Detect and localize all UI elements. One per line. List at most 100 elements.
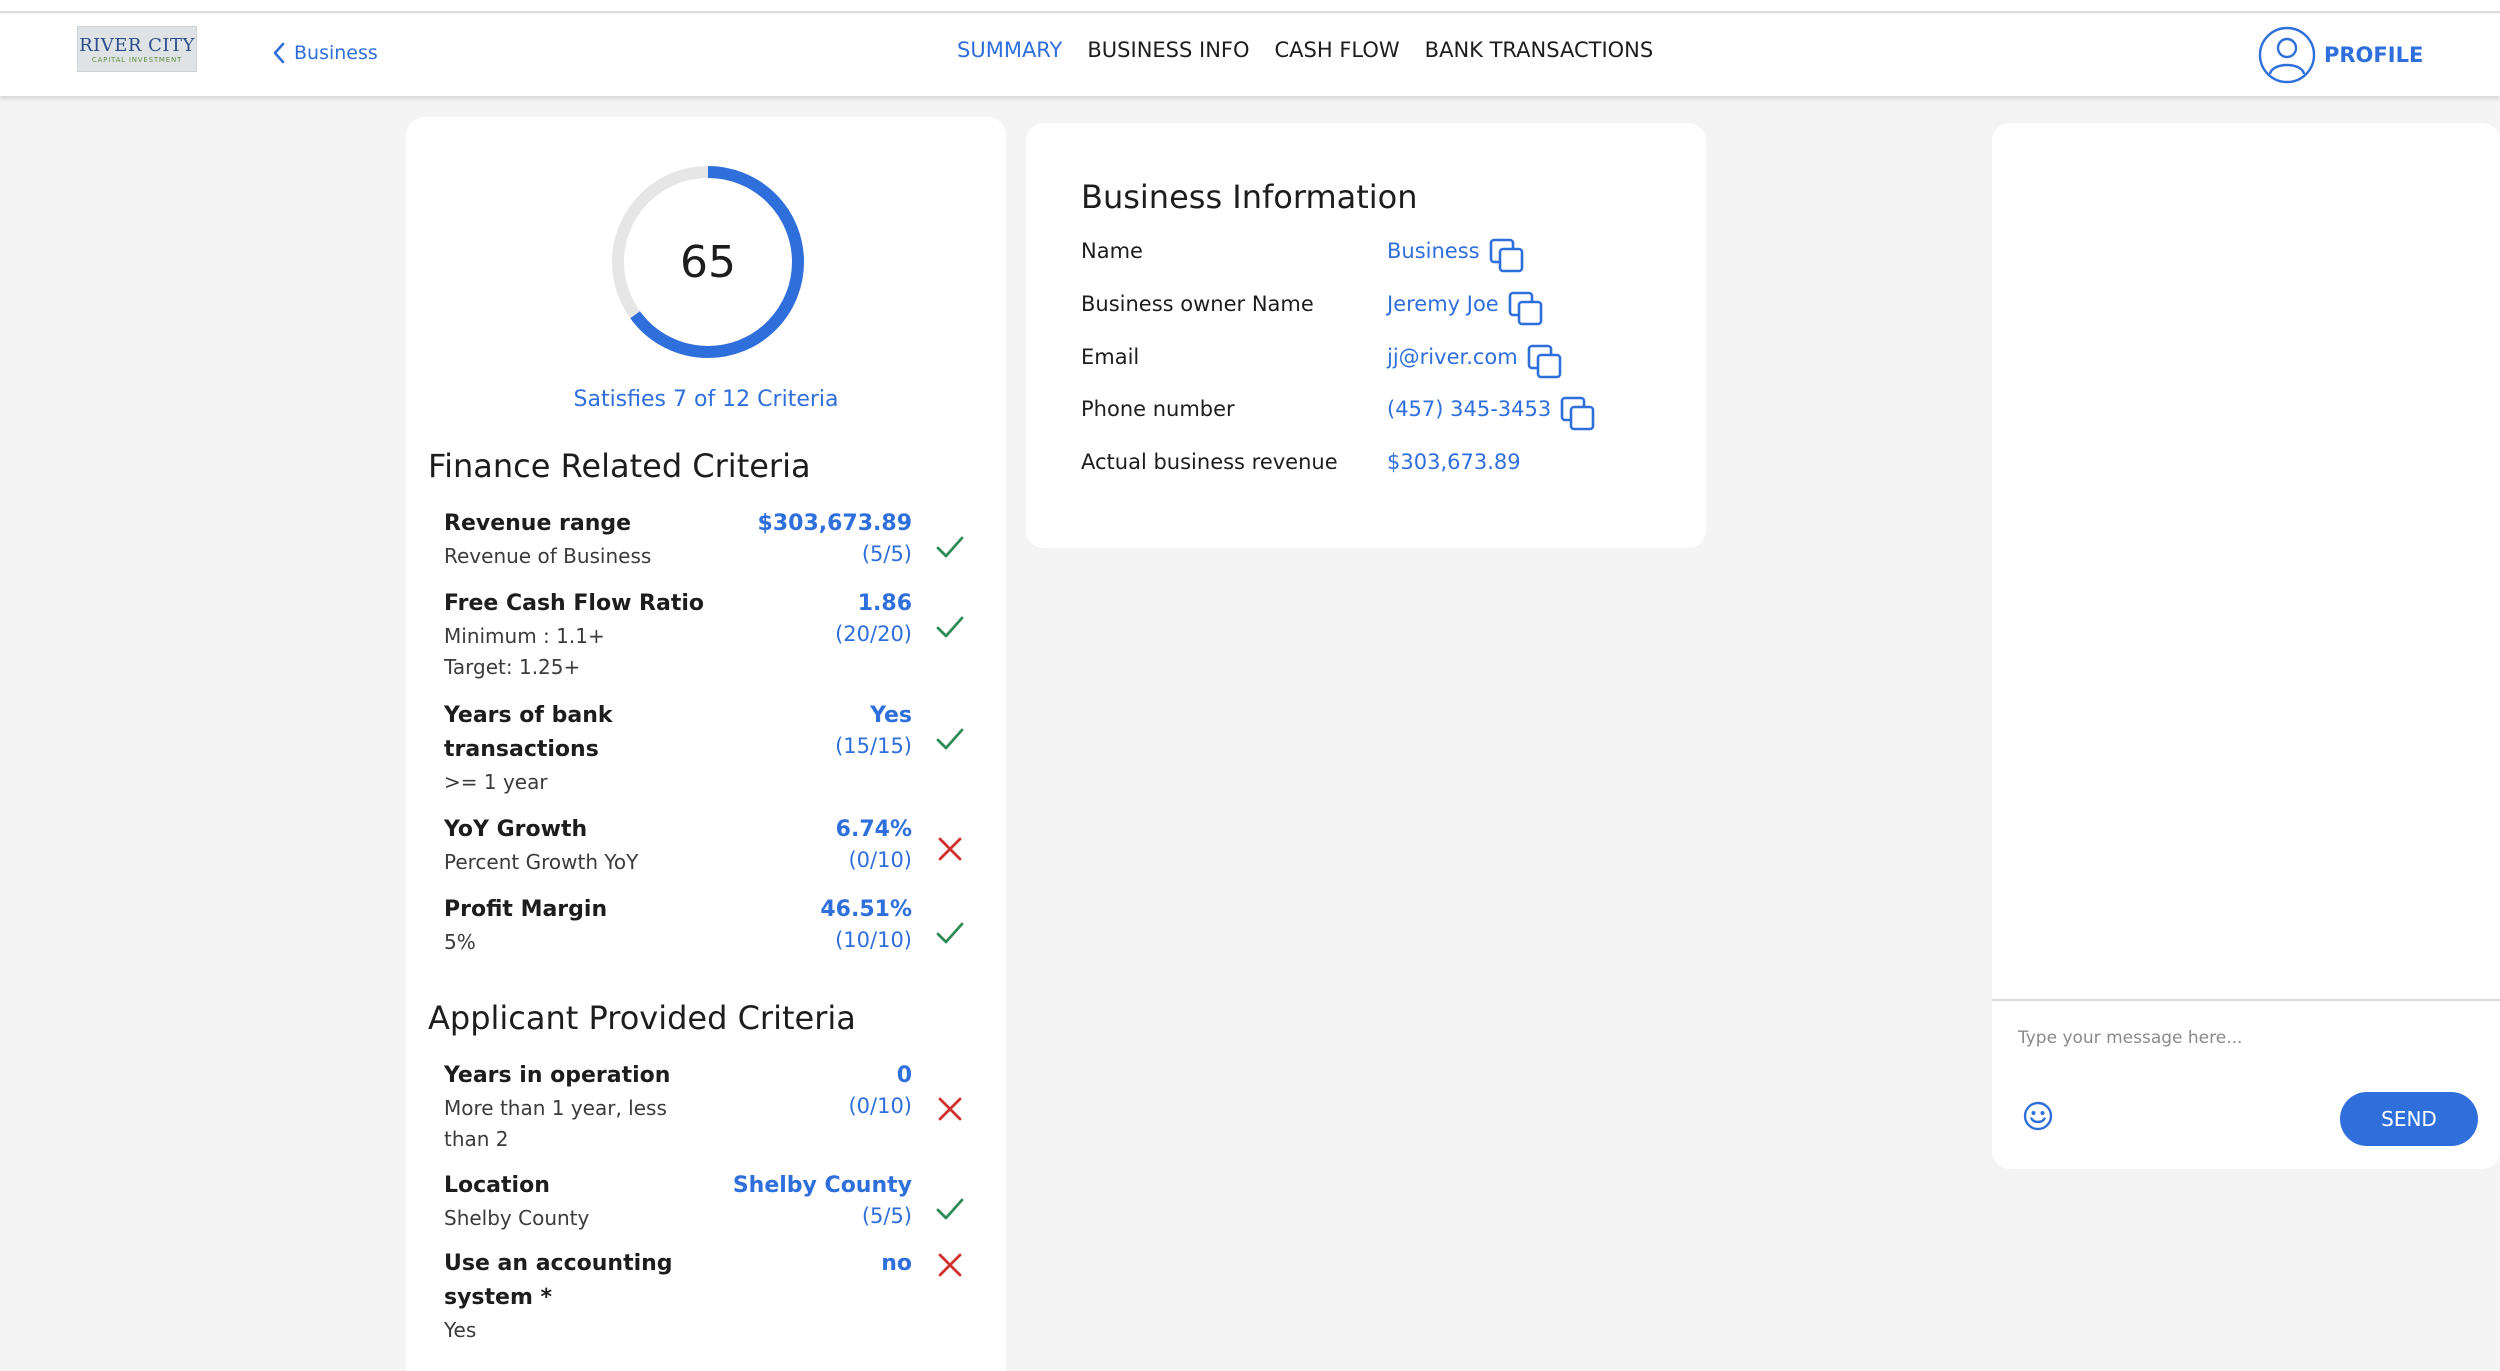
criterion-years-of-bank-transactions: Years of bank transactions >= 1 year Yes… [444,699,984,798]
criterion-accounting-system: Use an accounting system * Yes no [444,1247,984,1346]
criterion-description: Percent Growth YoY [444,850,639,874]
score-value: 65 [680,236,736,288]
chat-divider [1992,999,2500,1001]
river-city-logo[interactable]: RIVER CITY CAPITAL INVESTMENT [77,26,197,72]
criterion-description: Minimum : 1.1+ [444,624,605,648]
tab-cash-flow[interactable]: CASH FLOW [1275,38,1400,62]
criterion-description: >= 1 year [444,770,548,794]
logo-subtitle: CAPITAL INVESTMENT [91,56,183,64]
score-gauge: 65 [608,162,808,362]
criterion-description: Yes [444,1318,477,1342]
logo-title: RIVER CITY [79,35,195,56]
business-information-title: Business Information [1081,178,1418,216]
copy-icon[interactable] [1507,290,1545,328]
info-value-text[interactable]: $303,673.89 [1387,450,1521,474]
smiley-icon[interactable] [2022,1100,2054,1132]
chat-message-input[interactable] [2018,1021,2468,1055]
chat-panel: SEND [1992,123,2500,1169]
info-label: Business owner Name [1081,292,1314,316]
criterion-points: (5/5) [861,1204,912,1228]
info-label: Name [1081,239,1143,263]
criterion-title: YoY Growth [444,817,588,842]
criterion-value: 46.51% [820,897,912,922]
criterion-profit-margin: Profit Margin 5% 46.51% (10/10) [444,893,984,958]
criterion-title: Years of bank transactions [444,703,613,762]
criterion-yoy-growth: YoY Growth Percent Growth YoY 6.74% (0/1… [444,813,984,878]
info-row-owner-name: Business owner Name Jeremy Joe [1081,286,1681,326]
criterion-value: 0 [896,1063,912,1088]
info-value-text[interactable]: Jeremy Joe [1387,292,1499,316]
criterion-description: Shelby County [444,1206,590,1230]
info-label: Actual business revenue [1081,450,1338,474]
x-mark-icon [938,837,962,861]
criterion-title: Years in operation [444,1063,671,1088]
criterion-description-target: Target: 1.25+ [444,655,581,679]
info-value: jj@river.com [1387,343,1564,381]
info-row-name: Name Business [1081,233,1681,273]
back-to-business-link[interactable]: Business [272,38,378,68]
x-mark-icon [938,1253,962,1277]
check-icon [936,922,964,944]
criterion-points: (0/10) [848,1094,912,1118]
criterion-points: (0/10) [848,848,912,872]
window-top-strip [0,0,2500,13]
criterion-value: no [881,1251,912,1276]
profile-label: PROFILE [2324,43,2424,67]
tab-bank-transactions[interactable]: BANK TRANSACTIONS [1425,38,1654,62]
criteria-summary: Satisfies 7 of 12 Criteria [573,387,839,412]
criterion-value: 6.74% [835,817,912,842]
profile-button[interactable]: PROFILE [2258,26,2423,84]
info-value-text[interactable]: Business [1387,239,1480,263]
criterion-value: 1.86 [857,591,912,616]
copy-icon[interactable] [1559,395,1597,433]
criterion-value: $303,673.89 [757,511,912,536]
criterion-points: (10/10) [835,928,912,952]
criterion-revenue-range: Revenue range Revenue of Business $303,6… [444,507,984,572]
chevron-left-icon [273,42,285,64]
check-icon [936,536,964,558]
info-row-email: Email jj@river.com [1081,339,1681,379]
finance-criteria-title: Finance Related Criteria [428,447,811,485]
info-label: Email [1081,345,1140,369]
info-value: Business [1387,237,1526,275]
criterion-points: (15/15) [835,734,912,758]
criterion-points: (20/20) [835,622,912,646]
criterion-years-in-operation: Years in operation More than 1 year, les… [444,1059,984,1155]
user-avatar-icon [2258,26,2316,84]
info-value-text[interactable]: jj@river.com [1387,345,1518,369]
check-icon [936,1198,964,1220]
info-value-text[interactable]: (457) 345-3453 [1387,397,1551,421]
info-label: Phone number [1081,397,1235,421]
criterion-description: 5% [444,930,476,954]
check-icon [936,616,964,638]
info-value: (457) 345-3453 [1387,395,1597,433]
criterion-title: Free Cash Flow Ratio [444,591,705,616]
criterion-points: (5/5) [861,542,912,566]
copy-icon[interactable] [1488,237,1526,275]
criterion-title: Use an accounting system * [444,1251,673,1310]
send-button[interactable]: SEND [2340,1092,2478,1146]
criterion-value: Shelby County [732,1173,912,1198]
x-mark-icon [938,1097,962,1121]
tab-summary[interactable]: SUMMARY [957,38,1062,62]
check-icon [936,728,964,750]
criterion-location: Location Shelby County Shelby County (5/… [444,1169,984,1234]
criterion-value: Yes [870,703,912,728]
info-row-phone: Phone number (457) 345-3453 [1081,391,1681,431]
score-card: 65 Satisfies 7 of 12 Criteria Finance Re… [406,117,1006,1371]
main-tabs: SUMMARY BUSINESS INFO CASH FLOW BANK TRA… [957,38,1653,62]
criterion-description: Revenue of Business [444,544,652,568]
applicant-criteria-title: Applicant Provided Criteria [428,999,856,1037]
info-value: Jeremy Joe [1387,290,1545,328]
tab-business-info[interactable]: BUSINESS INFO [1087,38,1249,62]
business-information-card: Business Information Name Business Busin… [1026,123,1706,548]
criterion-description: More than 1 year, less than 2 [444,1096,667,1151]
info-value: $303,673.89 [1387,450,1521,474]
back-link-label: Business [294,42,378,64]
criterion-title: Revenue range [444,511,632,536]
info-row-actual-revenue: Actual business revenue $303,673.89 [1081,444,1681,484]
top-navbar: RIVER CITY CAPITAL INVESTMENT Business S… [0,14,2500,96]
criterion-title: Location [444,1173,550,1198]
criterion-free-cash-flow-ratio: Free Cash Flow Ratio Minimum : 1.1+ Targ… [444,587,984,683]
copy-icon[interactable] [1526,343,1564,381]
